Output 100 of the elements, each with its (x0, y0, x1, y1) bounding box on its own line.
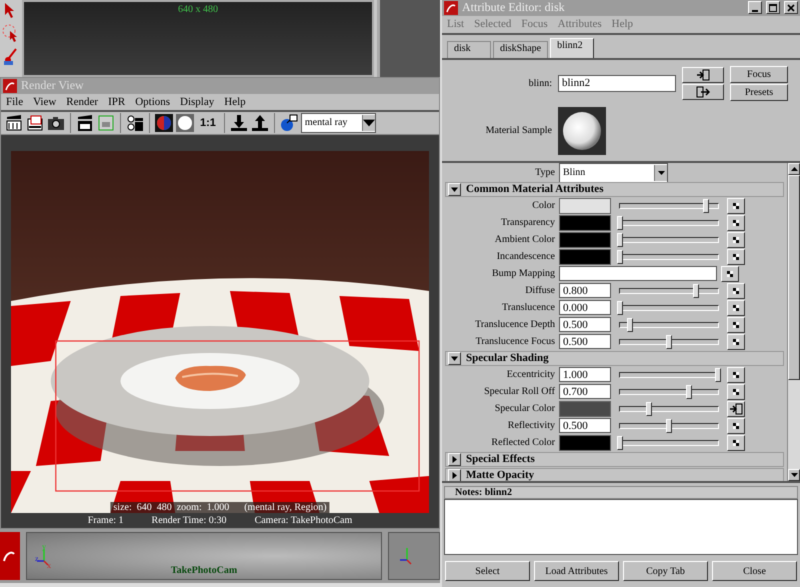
side-button[interactable]: Focus (730, 66, 788, 83)
color-swatch[interactable] (559, 198, 611, 214)
color-swatch[interactable] (559, 434, 611, 451)
map-button[interactable] (727, 316, 745, 333)
sphere-icon[interactable] (176, 114, 194, 132)
slider-thumb[interactable] (626, 318, 633, 332)
resolution-label: 640 x 480 (178, 4, 218, 17)
map-button[interactable] (727, 384, 745, 400)
scroll-down-icon[interactable] (790, 472, 798, 477)
down-arrow-icon[interactable] (230, 114, 248, 132)
status-text: Frame: 1 (88, 515, 124, 526)
app-icon (444, 0, 458, 15)
real-size-button[interactable]: 1:1 (197, 116, 219, 129)
slider-thumb[interactable] (617, 300, 623, 315)
map-button[interactable] (727, 366, 745, 383)
type-dropdown[interactable]: Blinn (559, 162, 668, 183)
output-arrow-icon (696, 86, 710, 98)
map-button[interactable] (727, 418, 745, 434)
map-button[interactable] (727, 434, 745, 451)
slider-thumb[interactable] (715, 368, 721, 382)
scroll-up-icon[interactable] (790, 166, 798, 171)
color-swatch[interactable] (559, 232, 611, 248)
section-header[interactable]: Matte Opacity (445, 468, 784, 481)
footer-button[interactable]: Select (445, 561, 530, 581)
clapperboard-icon[interactable] (76, 114, 94, 132)
map-button[interactable] (721, 266, 739, 282)
slider-thumb[interactable] (693, 284, 700, 298)
maximize-button[interactable] (766, 1, 780, 14)
side-button[interactable]: Presets (730, 84, 788, 101)
value-field[interactable]: 0.500 (559, 334, 611, 350)
map-button[interactable] (727, 300, 745, 316)
scroll-thumb[interactable] (788, 174, 800, 380)
slider-thumb[interactable] (617, 250, 623, 264)
lasso-cursor-icon[interactable] (2, 24, 18, 42)
footer-button[interactable]: Close (712, 561, 797, 581)
section-header[interactable]: Special Effects (445, 452, 784, 467)
tab[interactable]: blinn2 (550, 38, 594, 58)
slider-thumb[interactable] (617, 436, 623, 450)
value-field[interactable]: 1.000 (559, 367, 611, 382)
checker-icon (731, 234, 741, 245)
close-button[interactable] (784, 1, 798, 14)
map-button[interactable] (727, 400, 745, 417)
menu-item[interactable]: Display (180, 96, 214, 108)
collapse-arrow-icon (451, 186, 458, 193)
menu-item[interactable]: Render (66, 96, 98, 108)
value-field[interactable]: 0.700 (559, 384, 611, 400)
input-arrow-icon (696, 68, 710, 81)
input-arrow-icon (729, 402, 743, 415)
minimize-button[interactable] (748, 1, 762, 14)
value-field[interactable]: 0.500 (559, 418, 611, 434)
slider-thumb[interactable] (703, 198, 710, 213)
up-arrow-icon[interactable] (250, 114, 269, 132)
map-button[interactable] (727, 198, 745, 214)
close-icon (787, 4, 795, 12)
window-title: Attribute Editor: disk (462, 0, 565, 16)
menu-item[interactable]: Options (135, 96, 170, 108)
attribute-label: Bump Mapping (490, 268, 555, 280)
map-button[interactable] (727, 214, 745, 231)
map-field[interactable] (559, 266, 717, 282)
slider-thumb[interactable] (617, 232, 623, 247)
output-button[interactable] (682, 84, 724, 100)
paint-brush-icon[interactable] (2, 48, 18, 66)
section-header[interactable]: Specular Shading (445, 350, 784, 366)
value-field[interactable]: 0.500 (559, 317, 611, 332)
snapshot-icon[interactable] (26, 114, 44, 132)
slider-thumb[interactable] (617, 216, 623, 230)
map-button[interactable] (727, 248, 745, 265)
color-swatch[interactable] (559, 248, 611, 265)
footer-button[interactable]: Copy Tab (623, 561, 708, 581)
tab[interactable]: disk (447, 40, 491, 58)
slider-thumb[interactable] (686, 384, 692, 399)
scrollbar[interactable] (787, 162, 800, 481)
film-reel-icon[interactable] (126, 114, 144, 132)
dropdown-arrow-icon (658, 170, 664, 175)
map-button[interactable] (727, 282, 745, 299)
map-button[interactable] (727, 334, 745, 350)
color-swatch[interactable] (559, 400, 611, 417)
input-button[interactable] (682, 66, 724, 83)
clapperboard-icon[interactable] (5, 114, 23, 132)
slider-thumb[interactable] (646, 402, 652, 416)
value-field[interactable]: 0.000 (559, 300, 611, 316)
footer-button[interactable]: Load Attributes (534, 561, 619, 581)
menu-item[interactable]: View (33, 96, 56, 108)
notes-field[interactable] (444, 498, 798, 555)
renderer-dropdown[interactable]: mental ray (300, 112, 376, 133)
slider-thumb[interactable] (666, 334, 672, 349)
slider-thumb[interactable] (666, 418, 672, 433)
value-field[interactable]: 0.800 (559, 283, 611, 298)
color-swatch[interactable] (559, 214, 611, 231)
section-header[interactable]: Common Material Attributes (445, 182, 784, 197)
name-field[interactable]: blinn2 (558, 74, 676, 92)
color-channels-icon[interactable] (155, 114, 173, 132)
notes-label: Notes: blinn2 (444, 486, 798, 499)
menu-item[interactable]: File (6, 96, 24, 108)
attribute-label: Specular Roll Off (483, 386, 555, 398)
tab[interactable]: diskShape (493, 40, 548, 58)
camera-label: TakePhotoCam (170, 565, 238, 576)
menu-item[interactable]: IPR (108, 96, 126, 108)
menu-item[interactable]: Help (224, 96, 246, 108)
map-button[interactable] (727, 232, 745, 248)
